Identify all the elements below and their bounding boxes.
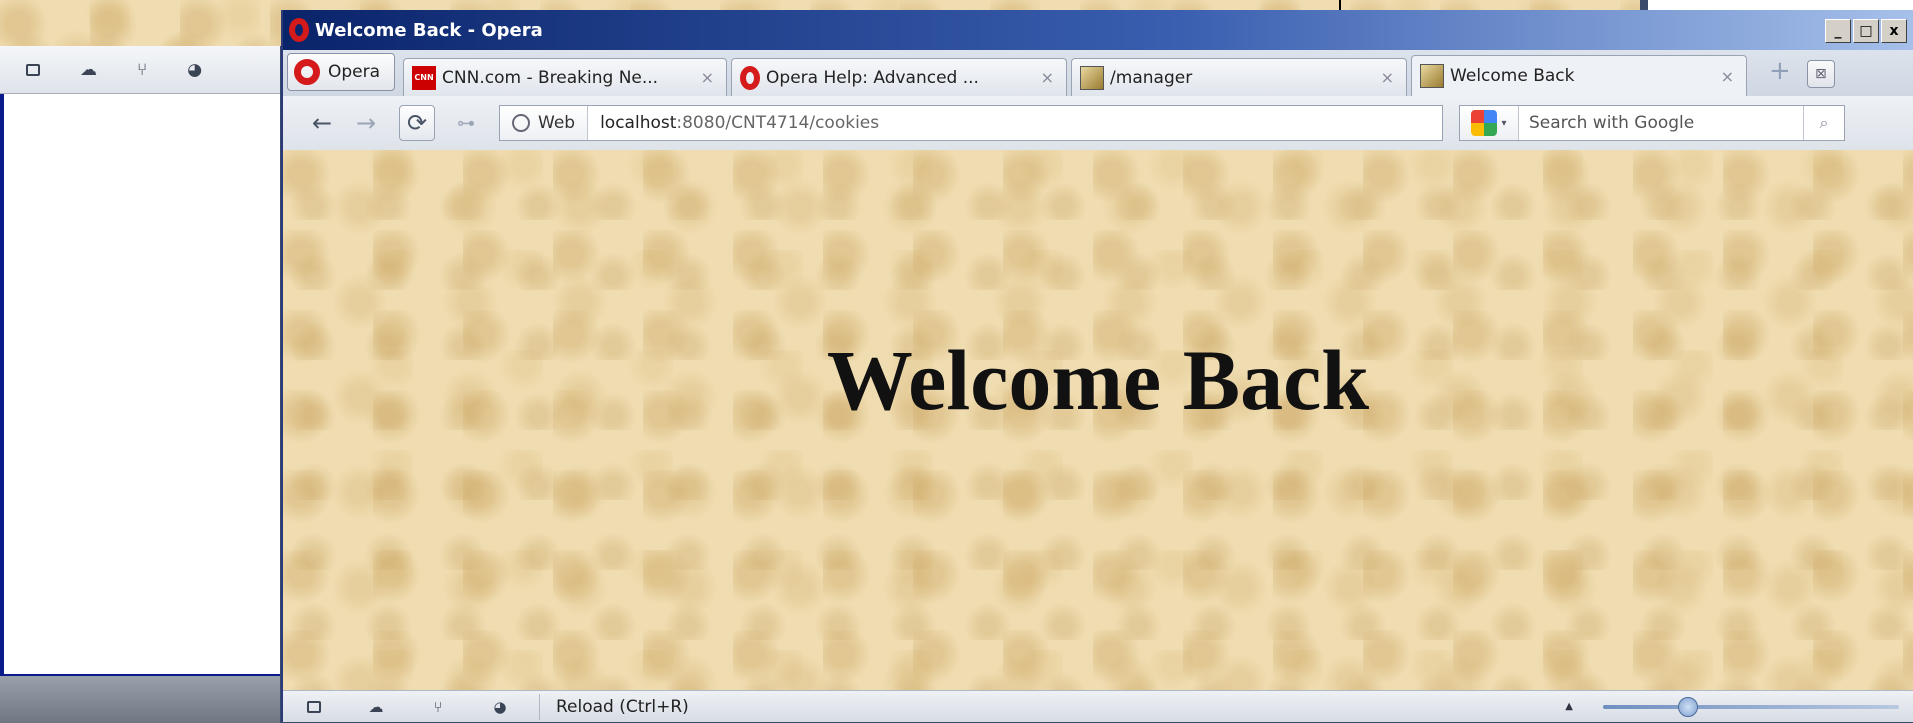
zoom-slider-track[interactable] — [1603, 704, 1899, 709]
address-url[interactable]: localhost:8080/CNT4714/cookies — [588, 113, 879, 133]
minimize-button[interactable]: _ — [1825, 19, 1851, 43]
window-controls: _ □ x — [1825, 19, 1907, 43]
speed-dial-icon[interactable]: ◕ — [187, 60, 202, 80]
background-window-content — [0, 94, 280, 674]
unite-icon[interactable]: ☁ — [80, 60, 97, 80]
turbo-icon[interactable]: ⑂ — [427, 697, 449, 717]
turbo-icon[interactable]: ⑂ — [137, 60, 147, 80]
page-content: Welcome Back — [283, 150, 1913, 690]
url-host: localhost — [600, 113, 677, 133]
tab-manager[interactable]: /manager × — [1071, 58, 1408, 96]
search-input[interactable] — [1519, 112, 1803, 134]
background-window-bottom-bar — [0, 674, 280, 723]
status-bar: ☁ ⑂ ◕ Reload (Ctrl+R) ▲ — [283, 690, 1913, 722]
window-title: Welcome Back - Opera — [315, 19, 543, 41]
opera-logo-icon — [294, 59, 320, 85]
new-tab-icon[interactable]: + — [1769, 56, 1791, 86]
globe-icon — [512, 114, 530, 132]
google-icon — [1471, 110, 1498, 136]
maximize-button[interactable]: □ — [1853, 19, 1879, 43]
unite-icon[interactable]: ☁ — [365, 697, 387, 717]
zoom-menu-arrow-icon[interactable]: ▲ — [1565, 701, 1573, 712]
address-bar[interactable]: Web localhost:8080/CNT4714/cookies — [499, 105, 1443, 141]
search-bar: ▾ ⌕ — [1459, 105, 1845, 141]
site-badge-label: Web — [538, 113, 576, 133]
image-favicon-icon — [1420, 64, 1445, 88]
forward-arrow-icon[interactable]: → — [349, 106, 383, 140]
title-bar[interactable]: Welcome Back - Opera _ □ x — [283, 10, 1913, 50]
zoom-slider[interactable] — [1603, 696, 1899, 717]
status-text: Reload (Ctrl+R) — [556, 696, 689, 717]
page-heading: Welcome Back — [826, 332, 1370, 428]
panel-toggle-icon[interactable] — [26, 63, 40, 76]
closed-tabs-trash-icon[interactable]: ⊠ — [1806, 60, 1835, 88]
back-arrow-icon[interactable]: ← — [305, 106, 339, 140]
search-engine-selector[interactable]: ▾ — [1460, 106, 1519, 140]
panel-toggle-icon[interactable] — [307, 700, 321, 713]
tab-title: Opera Help: Advanced ... — [766, 67, 979, 88]
tab-close-icon[interactable]: × — [701, 68, 714, 87]
tab-title: CNN.com - Breaking Ne... — [442, 67, 659, 88]
image-favicon-icon — [1080, 65, 1105, 90]
tab-close-icon[interactable]: × — [1721, 67, 1734, 86]
chevron-down-icon: ▾ — [1501, 117, 1507, 129]
cnn-favicon-icon: CNN — [412, 65, 437, 90]
background-window-status-toolbar: ☁ ⑂ ◕ — [0, 46, 280, 94]
tab-close-icon[interactable]: × — [1041, 68, 1054, 87]
opera-menu-button[interactable]: Opera — [287, 53, 396, 91]
tab-cnn[interactable]: CNN CNN.com - Breaking Ne... × — [403, 58, 728, 96]
tab-title: /manager — [1110, 67, 1193, 88]
opera-browser-window: Welcome Back - Opera _ □ x Opera CNN CNN… — [281, 10, 1913, 722]
site-info-badge[interactable]: Web — [500, 106, 589, 140]
url-path: :8080/CNT4714/cookies — [676, 113, 880, 133]
navigation-bar: ← → ⟳ ⊶ Web localhost:8080/CNT4714/cooki… — [283, 96, 1913, 151]
search-icon[interactable]: ⌕ — [1803, 106, 1844, 140]
tab-bar: Opera CNN CNN.com - Breaking Ne... × Ope… — [283, 50, 1913, 96]
opera-favicon-icon — [740, 65, 761, 90]
tab-welcome-back[interactable]: Welcome Back × — [1411, 55, 1748, 96]
key-icon[interactable]: ⊶ — [449, 106, 483, 140]
zoom-slider-thumb[interactable] — [1678, 696, 1698, 717]
close-button[interactable]: x — [1881, 19, 1907, 43]
tab-close-icon[interactable]: × — [1381, 68, 1394, 87]
opera-menu-label: Opera — [328, 62, 381, 82]
opera-logo-icon — [289, 18, 309, 42]
speed-dial-icon[interactable]: ◕ — [489, 697, 511, 717]
tab-opera-help[interactable]: Opera Help: Advanced ... × — [731, 58, 1068, 96]
tab-title: Welcome Back — [1450, 66, 1575, 86]
status-divider — [539, 693, 540, 720]
reload-icon[interactable]: ⟳ — [399, 105, 435, 141]
